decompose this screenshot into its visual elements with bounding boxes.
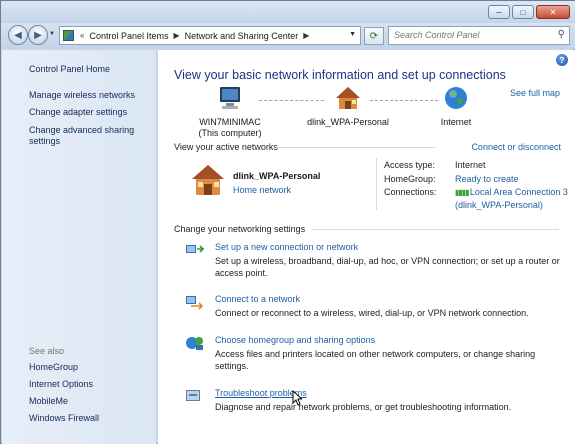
connections-label: Connections: (384, 187, 437, 197)
search-icon[interactable]: ⚲ (558, 29, 565, 40)
main-content: ? View your basic network information an… (158, 50, 575, 444)
page-title: View your basic network information and … (174, 68, 506, 82)
refresh-button[interactable]: ⟳ (364, 27, 384, 45)
section-divider (276, 147, 436, 148)
close-button[interactable]: ✕ (536, 5, 570, 19)
map-node-computer: WIN7MINIMAC (This computer) (194, 86, 266, 139)
map-node-network[interactable]: dlink_WPA-Personal (298, 86, 398, 128)
setup-new-connection-desc: Set up a wireless, broadband, dial-up, a… (215, 256, 560, 278)
minimize-button[interactable]: ─ (488, 5, 510, 19)
navigation-bar: ◀ ▶ ▼ « Control Panel Items ▶ Network an… (1, 23, 575, 49)
back-button[interactable]: ◀ (8, 25, 28, 45)
network-properties: Access type: Internet HomeGroup: Ready to … (384, 158, 568, 211)
house-icon (192, 165, 224, 195)
homegroup-sharing-options-desc: Access files and printers located on oth… (215, 349, 536, 371)
homegroup-sharing-options-link[interactable]: Choose homegroup and sharing options (215, 335, 560, 346)
troubleshoot-problems-link[interactable]: Troubleshoot problems (215, 388, 560, 399)
see-full-map-link[interactable]: See full map (510, 88, 560, 98)
homegroup-icon (186, 337, 203, 350)
change-settings-title: Change your networking settings (174, 224, 306, 234)
breadcrumb-control-panel-items[interactable]: Control Panel Items (86, 31, 171, 41)
breadcrumb-network-sharing-center[interactable]: Network and Sharing Center (182, 31, 302, 41)
recent-pages-dropdown[interactable]: ▼ (49, 31, 55, 37)
globe-icon (445, 87, 467, 109)
connection-network-name-link[interactable]: (dlink_WPA-Personal) (455, 199, 568, 211)
change-advanced-sharing-link[interactable]: Change advanced sharing settings (29, 125, 141, 147)
help-icon[interactable]: ? (556, 54, 568, 66)
homegroup-ready-link[interactable]: Ready to create (455, 174, 519, 184)
control-panel-icon (63, 30, 74, 41)
maximize-button[interactable]: □ (512, 5, 534, 19)
manage-wireless-networks-link[interactable]: Manage wireless networks (29, 90, 135, 101)
vertical-divider (376, 158, 377, 210)
task-new-connection: Set up a new connection or network Set u… (186, 242, 560, 279)
change-adapter-settings-link[interactable]: Change adapter settings (29, 107, 127, 118)
troubleshoot-problems-desc: Diagnose and repair network problems, or… (215, 402, 512, 412)
troubleshoot-icon (186, 390, 200, 401)
window: ─ □ ✕ ◀ ▶ ▼ « Control Panel Items ▶ Netw… (0, 0, 575, 444)
task-connect-network: Connect to a network Connect or reconnec… (186, 294, 560, 320)
computer-sublabel: (This computer) (198, 128, 262, 138)
task-troubleshoot: Troubleshoot problems Diagnose and repai… (186, 388, 560, 414)
signal-strength-icon: ▮▮▮▮ (455, 188, 470, 197)
new-connection-icon (186, 245, 205, 253)
see-also-label: See also (29, 346, 65, 356)
access-type-label: Access type: (384, 160, 436, 170)
task-homegroup: Choose homegroup and sharing options Acc… (186, 335, 560, 372)
connect-or-disconnect-link[interactable]: Connect or disconnect (471, 142, 561, 152)
computer-name: WIN7MINIMAC (199, 117, 261, 127)
address-dropdown-icon[interactable]: ▼ (349, 31, 356, 38)
network-type-link[interactable]: Home network (233, 185, 291, 195)
control-panel-home-link[interactable]: Control Panel Home (29, 64, 110, 75)
left-pane: Control Panel Home Manage wireless netwo… (2, 50, 157, 444)
mouse-cursor-icon (292, 390, 302, 406)
see-also-homegroup-link[interactable]: HomeGroup (29, 362, 78, 373)
house-icon (336, 87, 360, 109)
forward-button[interactable]: ▶ (28, 25, 48, 45)
see-also-internet-options-link[interactable]: Internet Options (29, 379, 93, 390)
computer-icon (220, 87, 240, 109)
active-network-name: dlink_WPA-Personal (233, 171, 321, 181)
internet-label: Internet (440, 117, 472, 127)
breadcrumb-separator-icon[interactable]: ▶ (172, 31, 182, 40)
search-input[interactable] (394, 30, 544, 40)
active-networks-title: View your active networks (174, 142, 278, 152)
see-also-windows-firewall-link[interactable]: Windows Firewall (29, 413, 99, 424)
local-area-connection-link[interactable]: Local Area Connection 3 (470, 187, 568, 197)
see-also-mobileme-link[interactable]: MobileMe (29, 396, 68, 407)
access-type-value: Internet (455, 160, 486, 170)
connect-to-network-link[interactable]: Connect to a network (215, 294, 560, 305)
title-bar: ─ □ ✕ (1, 1, 575, 23)
window-controls: ─ □ ✕ (488, 5, 570, 19)
connect-network-icon (186, 296, 204, 310)
homegroup-label: HomeGroup: (384, 174, 436, 184)
section-divider (311, 229, 559, 230)
connect-to-network-desc: Connect or reconnect to a wireless, wire… (215, 308, 529, 318)
breadcrumb-separator-icon[interactable]: ▶ (301, 31, 311, 40)
address-bar[interactable]: « Control Panel Items ▶ Network and Shar… (59, 26, 361, 45)
network-name: dlink_WPA-Personal (307, 117, 389, 127)
setup-new-connection-link[interactable]: Set up a new connection or network (215, 242, 560, 253)
map-node-internet[interactable]: Internet (426, 86, 486, 128)
search-box[interactable]: ⚲ (388, 26, 570, 45)
crumb-overflow-icon[interactable]: « (78, 31, 86, 40)
